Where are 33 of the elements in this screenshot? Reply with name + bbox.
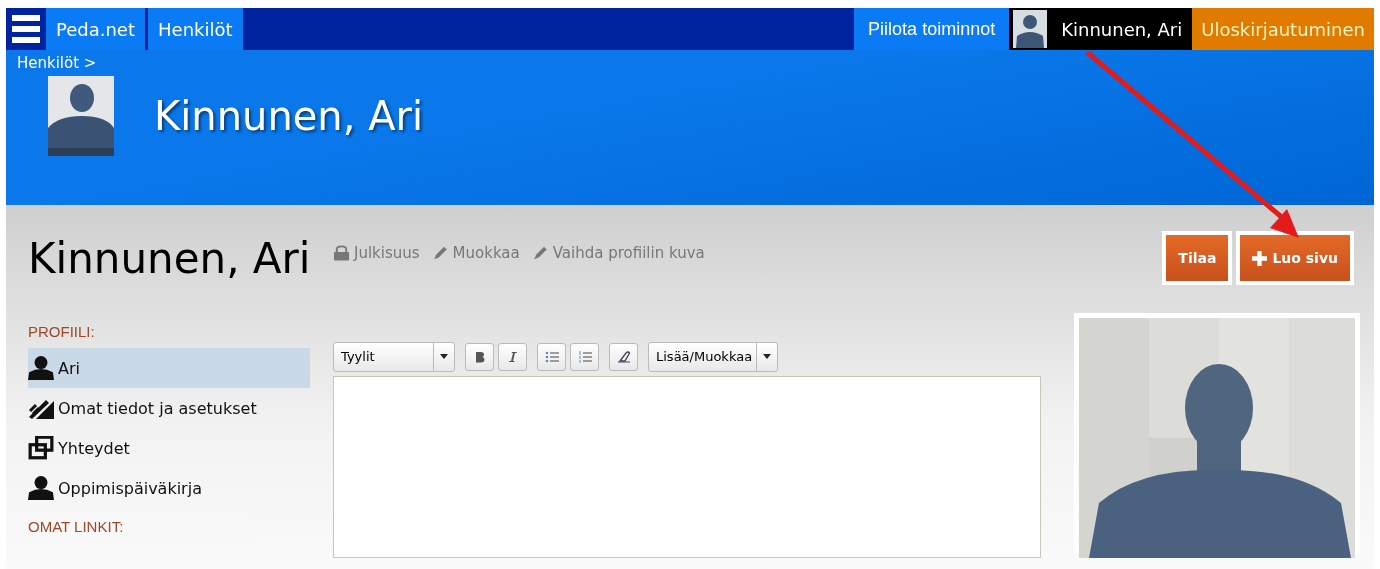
action-button[interactable]: Luo sivu bbox=[1236, 231, 1354, 285]
page-title: Kinnunen, Ari bbox=[28, 233, 312, 283]
numbered-list-icon[interactable] bbox=[570, 342, 599, 371]
bold-icon[interactable] bbox=[465, 342, 494, 371]
nav-link[interactable]: Henkilöt bbox=[148, 8, 243, 50]
bullet-list-icon[interactable] bbox=[537, 342, 566, 371]
person-icon bbox=[28, 356, 54, 380]
plus-icon bbox=[1252, 250, 1268, 266]
caret-icon bbox=[763, 354, 771, 359]
header-title: Kinnunen, Ari bbox=[154, 93, 424, 139]
action-button[interactable]: Tilaa bbox=[1162, 231, 1233, 285]
eraser-icon[interactable] bbox=[609, 342, 638, 371]
action-link[interactable]: Muokkaa bbox=[431, 244, 520, 262]
sidebar-item[interactable]: Omat tiedot ja asetukset bbox=[28, 388, 310, 428]
sidebar-item[interactable]: Ari bbox=[28, 348, 310, 388]
lock-icon bbox=[333, 245, 350, 261]
windows-icon bbox=[28, 436, 54, 460]
action-link[interactable]: Vaihda profiilin kuva bbox=[531, 244, 705, 262]
insert-dropdown[interactable]: Lisää/Muokkaa bbox=[648, 341, 778, 372]
styles-dropdown[interactable]: Tyylit bbox=[333, 341, 455, 372]
avatar-icon bbox=[1013, 10, 1048, 48]
logout-link[interactable]: Uloskirjautuminen bbox=[1192, 8, 1374, 50]
section-heading: PROFIILI: bbox=[28, 323, 96, 340]
nav-link[interactable]: Peda.net bbox=[46, 8, 145, 50]
action-link[interactable]: Julkisuus bbox=[333, 244, 420, 262]
italic-icon[interactable] bbox=[498, 342, 527, 371]
sidebar-item[interactable]: Oppimispäiväkirja bbox=[28, 468, 310, 508]
section-heading: OMAT LINKIT: bbox=[28, 518, 125, 535]
person-icon bbox=[28, 476, 54, 500]
sidebar-item[interactable]: Yhteydet bbox=[28, 428, 310, 468]
caret-icon bbox=[440, 354, 448, 359]
breadcrumb[interactable]: Henkilöt > bbox=[17, 54, 97, 72]
hide-actions-link[interactable]: Piilota toiminnot bbox=[854, 8, 1010, 50]
